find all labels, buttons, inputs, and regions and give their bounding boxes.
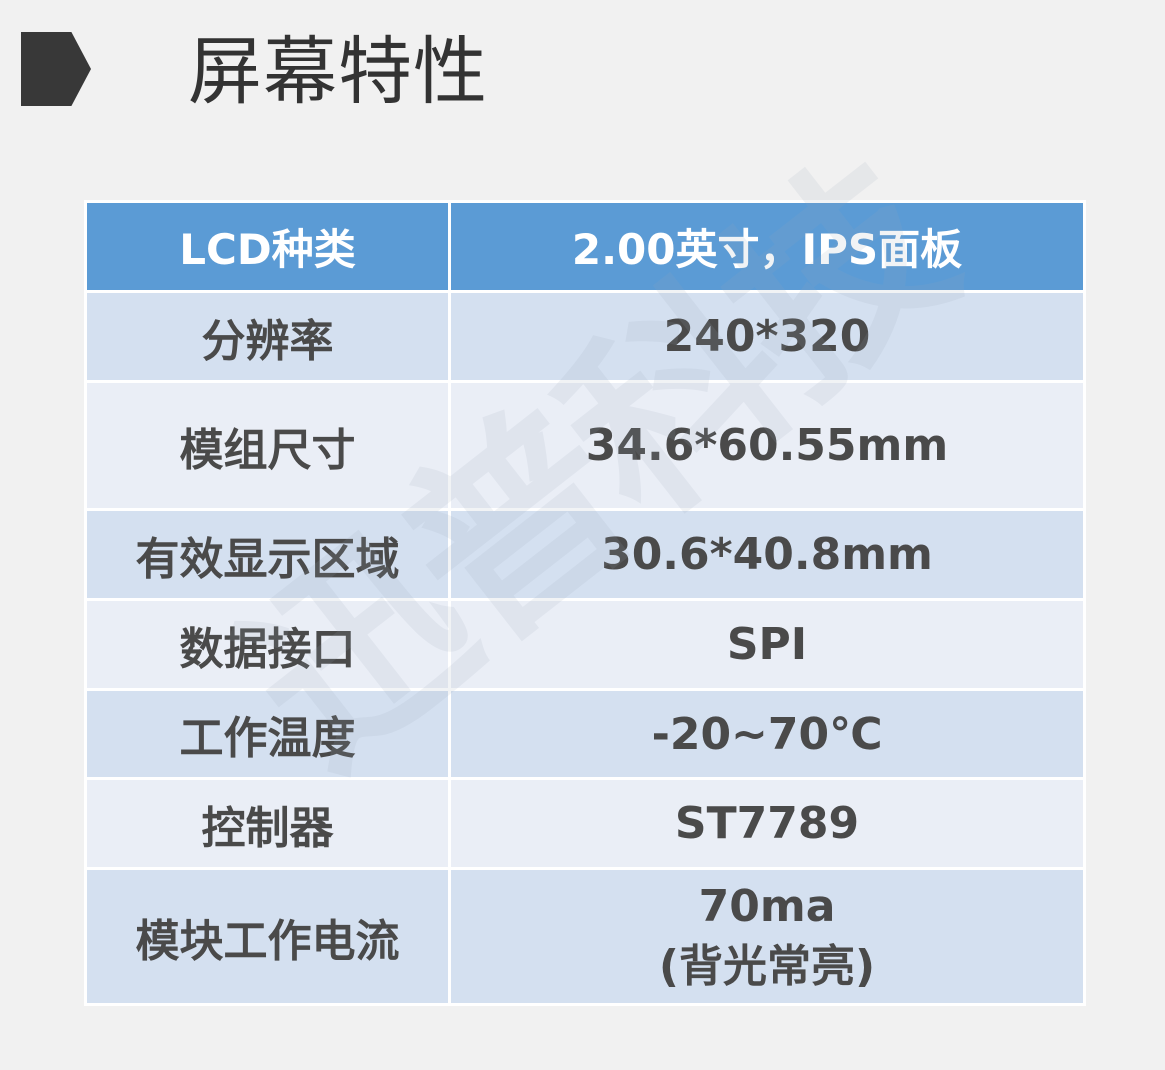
page-title: 屏幕特性 <box>188 29 488 115</box>
title-bar: 屏幕特性 <box>0 0 1165 150</box>
row-label-data-interface: 数据接口 <box>84 598 451 691</box>
row-label-module-size: 模组尺寸 <box>84 380 451 511</box>
row-label-display-area: 有效显示区域 <box>84 508 451 601</box>
table-row: 工作温度 -20~70℃ <box>84 688 1086 780</box>
row-value-operating-temp: -20~70℃ <box>448 688 1086 780</box>
table-row: 分辨率 240*320 <box>84 290 1086 383</box>
chevron-marker-icon <box>21 32 91 106</box>
row-label-module-current: 模块工作电流 <box>84 867 451 1006</box>
table-row: 控制器 ST7789 <box>84 777 1086 870</box>
row-label-controller: 控制器 <box>84 777 451 870</box>
row-value-data-interface: SPI <box>448 598 1086 691</box>
row-label-resolution: 分辨率 <box>84 290 451 383</box>
row-value-controller: ST7789 <box>448 777 1086 870</box>
current-note: (背光常亮) <box>658 940 876 992</box>
row-label-operating-temp: 工作温度 <box>84 688 451 780</box>
row-value-module-current: 70ma (背光常亮) <box>448 867 1086 1006</box>
row-value-resolution: 240*320 <box>448 290 1086 383</box>
table-row: 有效显示区域 30.6*40.8mm <box>84 508 1086 601</box>
table-row: 模块工作电流 70ma (背光常亮) <box>84 867 1086 1006</box>
table-row: 模组尺寸 34.6*60.55mm <box>84 380 1086 511</box>
header-label: LCD种类 <box>84 200 451 293</box>
current-value: 70ma <box>698 880 836 932</box>
table-header-row: LCD种类 2.00英寸，IPS面板 <box>84 200 1086 293</box>
table-row: 数据接口 SPI <box>84 598 1086 691</box>
row-value-module-size: 34.6*60.55mm <box>448 380 1086 511</box>
row-value-display-area: 30.6*40.8mm <box>448 508 1086 601</box>
spec-table: LCD种类 2.00英寸，IPS面板 分辨率 240*320 模组尺寸 34.6… <box>84 200 1086 1006</box>
header-value: 2.00英寸，IPS面板 <box>448 200 1086 293</box>
